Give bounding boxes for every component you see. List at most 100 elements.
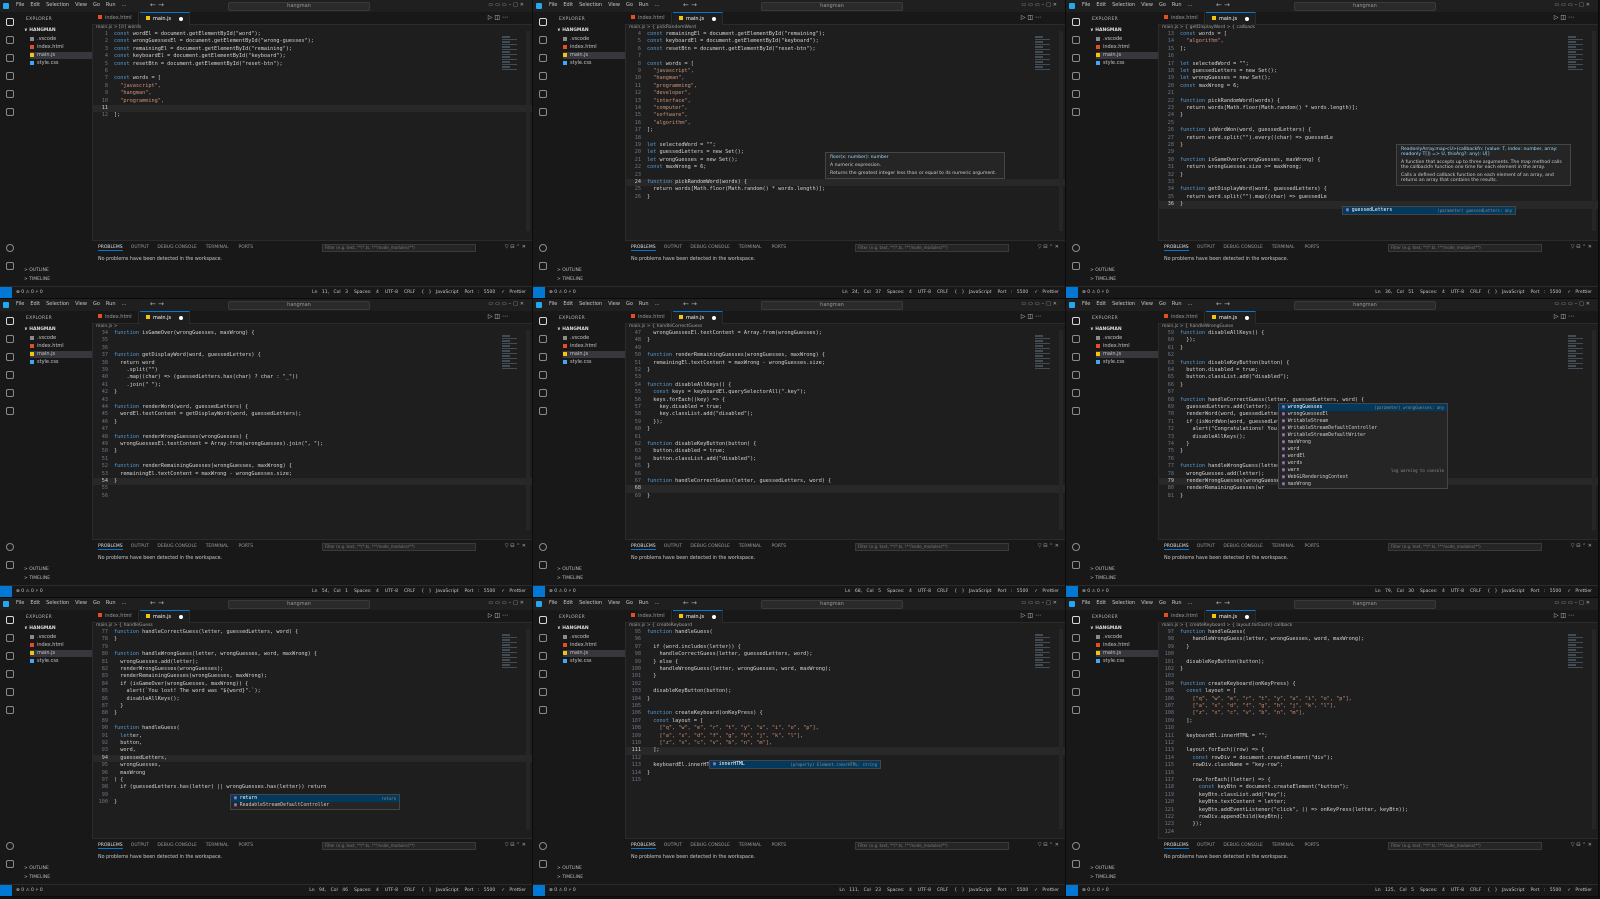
suggestion-item[interactable]: ▣ WritableStreamDefaultWriter	[1279, 432, 1447, 439]
explorer-item-vscode[interactable]: .vscode	[1096, 634, 1158, 641]
menu-item-0[interactable]: File	[1082, 2, 1090, 8]
run-button-icon[interactable]: ▷ ◫ ⋯	[488, 313, 508, 320]
breadcrumb[interactable]: main.js > ⦃ getDisplayWord > ⦃ callback	[1162, 25, 1255, 30]
problems-filter-input[interactable]: Filter (e.g. text, **/*.ts, !**/node_mod…	[855, 244, 1009, 252]
vertical-scrollbar[interactable]	[1592, 629, 1596, 829]
outline-section[interactable]: > OUTLINE	[24, 567, 49, 572]
breadcrumb[interactable]: main.js > ⦃ createKeyboard	[629, 623, 692, 628]
live-server-port[interactable]: Port : 5500	[464, 888, 495, 893]
menu-item-3[interactable]: View	[75, 2, 87, 8]
run-button-icon[interactable]: ▷ ◫ ⋯	[1554, 313, 1574, 320]
panel-tab-problems[interactable]: PROBLEMS	[1164, 544, 1189, 550]
problems-filter-input[interactable]: Filter (e.g. text, **/*.ts, !**/node_mod…	[322, 244, 476, 252]
timeline-section[interactable]: > TIMELINE	[1090, 576, 1116, 581]
command-center-search[interactable]: hangman	[228, 600, 370, 609]
extensions-icon[interactable]	[6, 90, 14, 98]
run-button-icon[interactable]: ▷ ◫ ⋯	[1554, 612, 1574, 619]
remote-indicator-icon[interactable]	[533, 885, 545, 896]
breadcrumb[interactable]: main.js >	[96, 324, 117, 329]
menu-item-1[interactable]: Edit	[1096, 2, 1106, 8]
menu-item-3[interactable]: View	[608, 600, 620, 606]
encoding[interactable]: UTF-8	[385, 290, 398, 295]
prettier-status[interactable]: ✓ Prettier	[1567, 290, 1592, 295]
status-problems[interactable]: ⊗ 0 ⚠ 0 ⚡ 0	[549, 888, 576, 893]
back-arrow-icon[interactable]: ←	[683, 599, 691, 607]
command-center-search[interactable]: hangman	[761, 2, 903, 11]
run-debug-icon[interactable]	[6, 371, 14, 379]
command-center-search[interactable]: hangman	[761, 301, 903, 310]
run-debug-icon[interactable]	[539, 371, 547, 379]
explorer-icon[interactable]	[6, 18, 14, 26]
menu-item-6[interactable]: …	[122, 600, 127, 606]
run-debug-icon[interactable]	[6, 670, 14, 678]
live-server-port[interactable]: Port : 5500	[997, 290, 1028, 295]
remote-indicator-icon[interactable]	[1066, 586, 1078, 597]
line-ending[interactable]: CRLF	[404, 589, 415, 594]
menu-item-3[interactable]: View	[75, 600, 87, 606]
prettier-status[interactable]: ✓ Prettier	[1567, 888, 1592, 893]
maximize-icon[interactable]: □	[513, 301, 520, 307]
remote-explorer-icon[interactable]	[1072, 407, 1080, 415]
menu-item-4[interactable]: Go	[93, 301, 100, 307]
toggle-panel-icon[interactable]: ▭	[1028, 301, 1035, 307]
outline-section[interactable]: > OUTLINE	[1090, 567, 1115, 572]
settings-gear-icon[interactable]	[6, 860, 14, 868]
status-problems[interactable]: ⊗ 0 ⚠ 0 ⚡ 0	[1082, 290, 1109, 295]
timeline-section[interactable]: > TIMELINE	[24, 576, 50, 581]
menu-item-2[interactable]: Selection	[579, 600, 602, 606]
search-icon[interactable]	[539, 36, 547, 44]
run-debug-icon[interactable]	[1072, 371, 1080, 379]
back-arrow-icon[interactable]: ←	[1216, 599, 1224, 607]
run-debug-icon[interactable]	[6, 72, 14, 80]
run-debug-icon[interactable]	[1072, 72, 1080, 80]
timeline-section[interactable]: > TIMELINE	[1090, 277, 1116, 282]
panel-tab-debug-console[interactable]: DEBUG CONSOLE	[157, 843, 196, 848]
indentation[interactable]: Spaces: 4	[887, 589, 912, 594]
panel-tab-output[interactable]: OUTPUT	[131, 544, 149, 549]
explorer-item-stylecss[interactable]: style.css	[563, 60, 625, 67]
close-panel-icon[interactable]: ✕	[522, 244, 526, 250]
panel-tab-ports[interactable]: PORTS	[1305, 544, 1320, 549]
indentation[interactable]: Spaces: 4	[354, 290, 379, 295]
vertical-scrollbar[interactable]	[1592, 31, 1596, 231]
folder-root-hangman[interactable]: ∨ HANGMAN	[557, 28, 589, 33]
panel-tab-terminal[interactable]: TERMINAL	[206, 544, 229, 549]
customize-layout-icon[interactable]: ▭	[1035, 2, 1042, 8]
panel-tab-output[interactable]: OUTPUT	[1197, 544, 1215, 549]
explorer-item-vscode[interactable]: .vscode	[30, 634, 92, 641]
line-ending[interactable]: CRLF	[1470, 290, 1481, 295]
menu-item-0[interactable]: File	[16, 600, 24, 606]
menu-item-0[interactable]: File	[549, 2, 557, 8]
tab-index-html[interactable]: index.html	[625, 12, 672, 24]
extensions-icon[interactable]	[539, 688, 547, 696]
forward-arrow-icon[interactable]: →	[691, 300, 697, 308]
settings-gear-icon[interactable]	[539, 262, 547, 270]
cursor-position[interactable]: Ln 68, Col 5	[845, 589, 881, 594]
folder-root-hangman[interactable]: ∨ HANGMAN	[1090, 28, 1122, 33]
close-panel-icon[interactable]: ✕	[522, 842, 526, 848]
run-debug-icon[interactable]	[1072, 670, 1080, 678]
panel-tab-terminal[interactable]: TERMINAL	[739, 245, 762, 250]
menu-item-5[interactable]: Run	[106, 2, 116, 8]
indentation[interactable]: Spaces: 4	[1420, 290, 1445, 295]
menu-item-0[interactable]: File	[549, 301, 557, 307]
back-arrow-icon[interactable]: ←	[150, 300, 158, 308]
remote-explorer-icon[interactable]	[539, 407, 547, 415]
explorer-item-mainjs[interactable]: main.js	[563, 650, 625, 657]
suggestion-item[interactable]: ▣ words	[1279, 460, 1447, 467]
menu-item-6[interactable]: …	[1188, 2, 1193, 8]
vertical-scrollbar[interactable]	[1059, 629, 1063, 829]
panel-tab-debug-console[interactable]: DEBUG CONSOLE	[690, 544, 729, 549]
maximize-icon[interactable]: □	[1579, 301, 1586, 307]
source-control-icon[interactable]	[539, 353, 547, 361]
panel-tab-debug-console[interactable]: DEBUG CONSOLE	[1223, 544, 1262, 549]
tab-index-html[interactable]: index.html	[1158, 610, 1205, 622]
explorer-item-indexhtml[interactable]: index.html	[1096, 642, 1158, 649]
maximize-icon[interactable]: □	[1579, 600, 1586, 606]
live-server-port[interactable]: Port : 5500	[1530, 589, 1561, 594]
panel-tab-ports[interactable]: PORTS	[239, 544, 254, 549]
explorer-item-indexhtml[interactable]: index.html	[30, 44, 92, 51]
source-control-icon[interactable]	[6, 652, 14, 660]
toggle-panel-icon[interactable]: ▭	[1028, 2, 1035, 8]
forward-arrow-icon[interactable]: →	[1224, 599, 1230, 607]
